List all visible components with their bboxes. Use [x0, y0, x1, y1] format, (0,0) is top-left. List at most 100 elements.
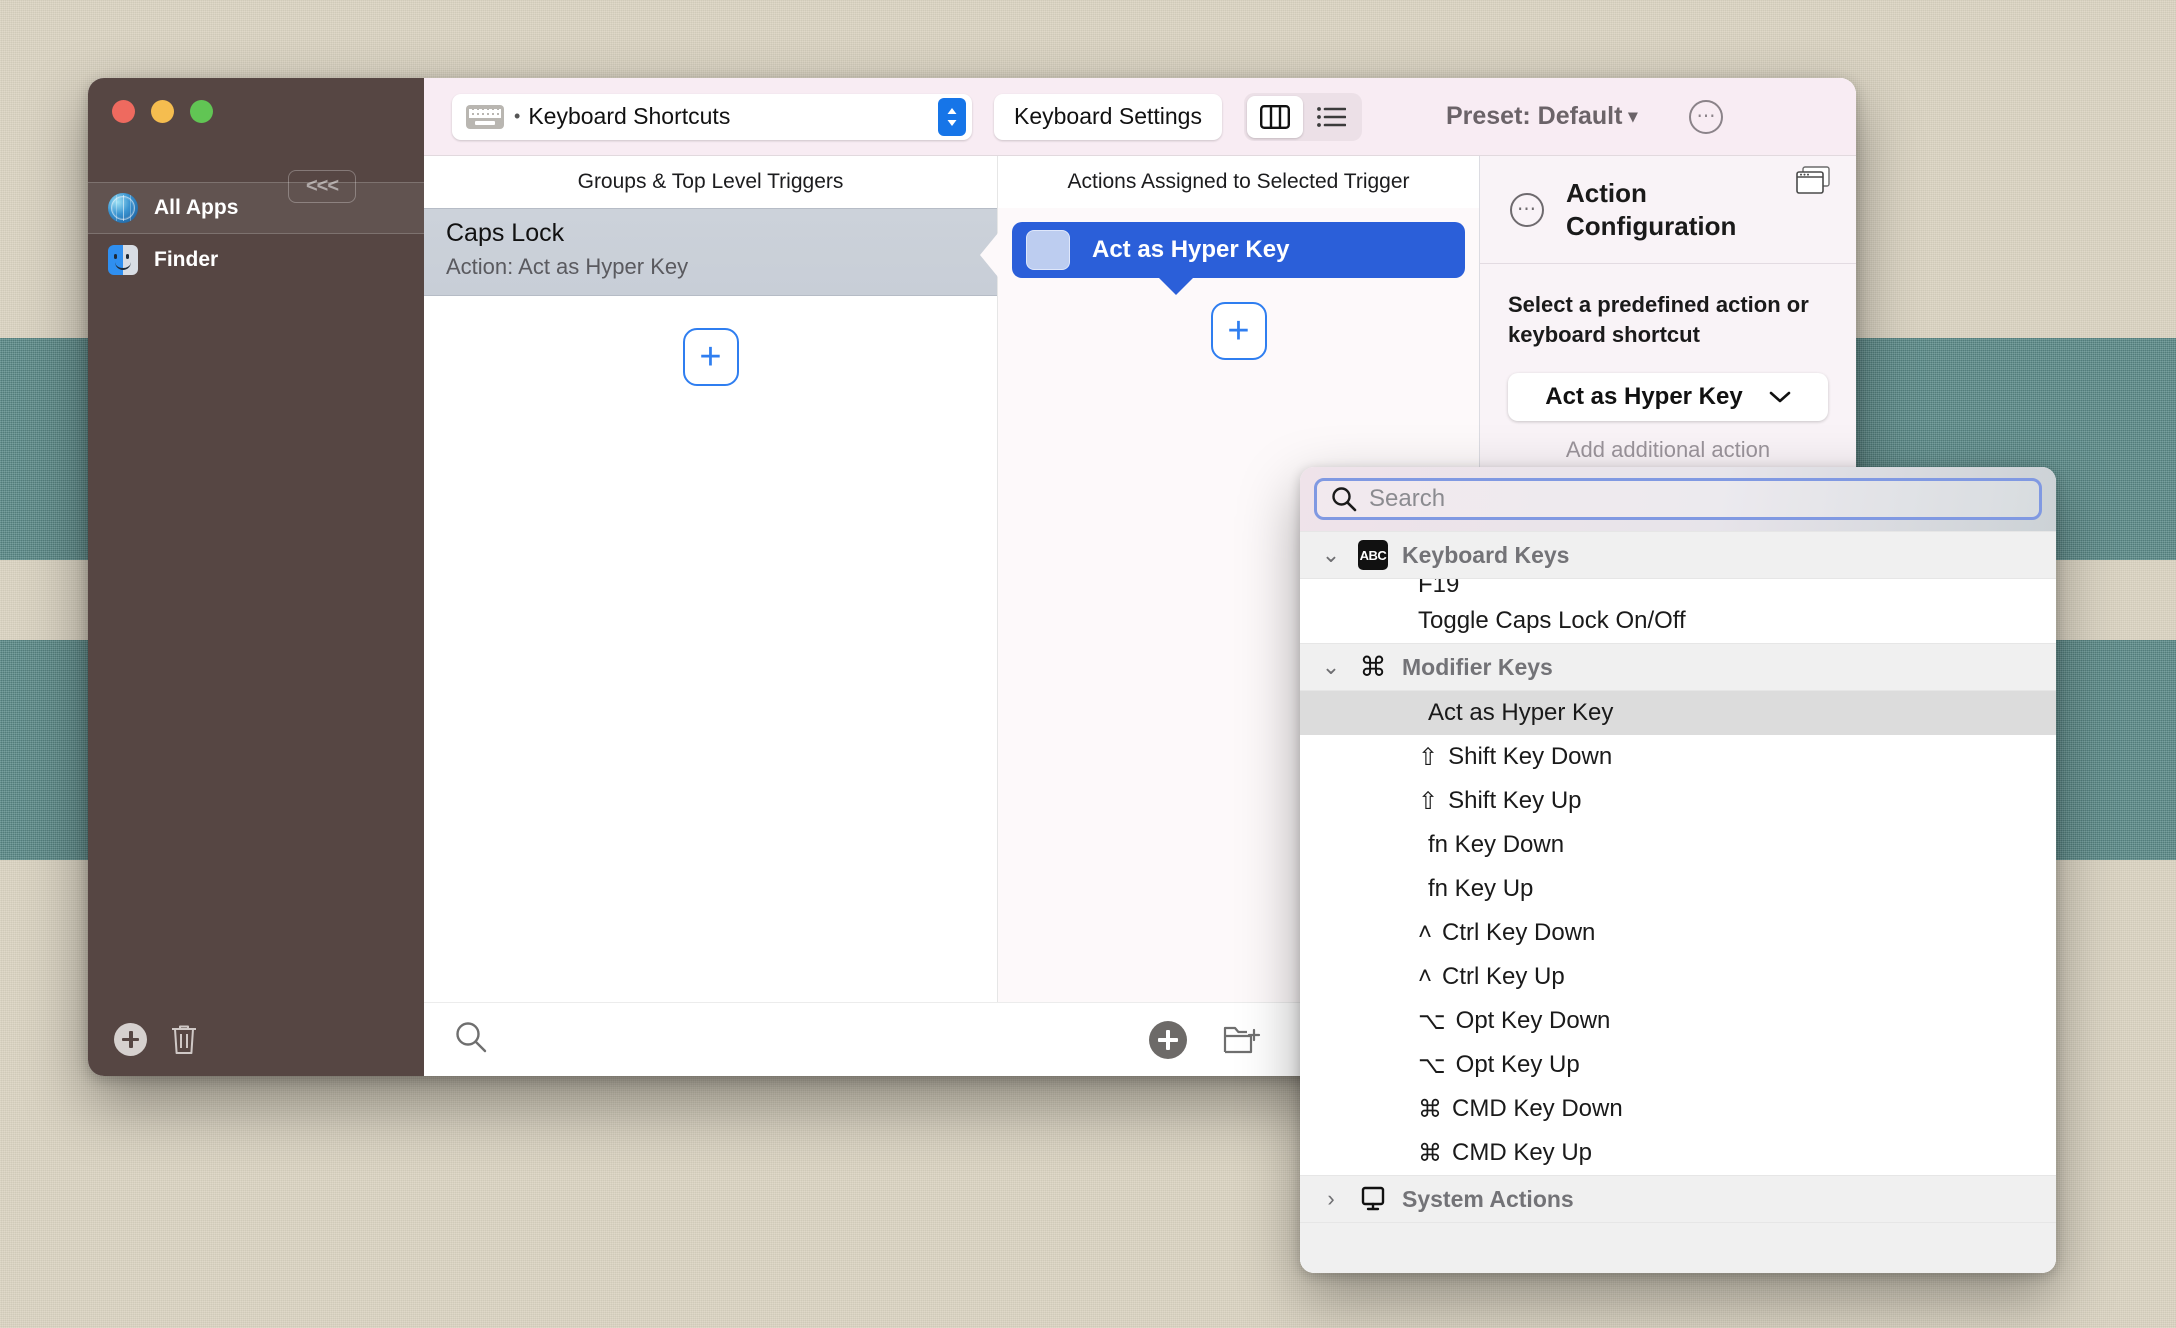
ellipsis-icon[interactable]: ⋯ [1689, 99, 1724, 134]
list-item[interactable]: ⌘ CMD Key Up [1300, 1131, 2056, 1175]
list-item-label: Opt Key Up [1455, 1051, 1580, 1078]
monitor-icon [1358, 1184, 1388, 1214]
ellipsis-icon: ⋯ [1510, 192, 1544, 227]
add-action-button[interactable]: + [1210, 302, 1267, 360]
toolbar: • Keyboard Shortcuts Keyboard Settings P… [424, 78, 1856, 156]
groups-pane: Groups & Top Level Triggers Caps Lock Ac… [424, 156, 998, 1002]
list-item[interactable]: ⇧ Shift Key Up [1300, 779, 2056, 823]
minimize-button[interactable] [151, 100, 174, 123]
trigger-type-popup[interactable]: • Keyboard Shortcuts [452, 93, 972, 140]
sidebar-item-label: All Apps [154, 196, 239, 219]
add-additional-action-hint[interactable]: Add additional action [1508, 437, 1828, 463]
preset-label-text: Preset: Default [1445, 102, 1623, 130]
ctrl-symbol: ˄ [1418, 963, 1433, 990]
sidebar-app-list: All Apps Finder [88, 182, 424, 286]
chevron-right-icon[interactable]: › [1318, 1186, 1344, 1212]
groups-pane-header: Groups & Top Level Triggers [424, 156, 997, 208]
search-icon [1332, 487, 1357, 512]
list-item-label: fn Key Up [1428, 875, 1534, 902]
chevron-down-icon [1769, 392, 1791, 403]
chevron-down-icon[interactable]: ⌄ [1318, 654, 1344, 680]
list-item-label: Ctrl Key Down [1442, 919, 1596, 946]
group-row-system-actions[interactable]: › System Actions [1300, 1175, 2056, 1223]
actions-pane-header: Actions Assigned to Selected Trigger [998, 156, 1479, 208]
window-stack-icon[interactable] [1796, 166, 1830, 194]
trash-icon[interactable] [169, 1022, 199, 1056]
popup-title: Keyboard Shortcuts [528, 103, 731, 129]
collapse-sidebar-button[interactable]: <<< [288, 170, 356, 203]
keyboard-icon [466, 104, 504, 129]
list-bottom-padding [1300, 1223, 2056, 1273]
list-item[interactable]: F19 [1300, 579, 2056, 599]
chevron-down-icon[interactable]: ⌄ [1318, 542, 1344, 568]
window-controls [88, 78, 424, 136]
preset-menu[interactable]: Preset: Default ▾ [1446, 102, 1638, 131]
columns-view-icon [1259, 104, 1290, 129]
sidebar-item-all-apps[interactable]: All Apps [88, 182, 424, 234]
list-item[interactable]: Toggle Caps Lock On/Off [1300, 599, 2056, 643]
action-chip-hyper-key[interactable]: Act as Hyper Key [1012, 222, 1465, 295]
columns-view-button[interactable] [1246, 95, 1303, 138]
picker-search-bar: Search [1300, 467, 2056, 531]
config-title-line2: Configuration [1566, 210, 1737, 241]
add-icon[interactable] [114, 1022, 147, 1056]
list-item[interactable]: ⇧ Shift Key Down [1300, 735, 2056, 779]
list-item-label: Act as Hyper Key [1428, 699, 1614, 726]
list-item-label: Shift Key Down [1448, 743, 1613, 770]
trigger-row-caps-lock[interactable]: Caps Lock Action: Act as Hyper Key [424, 208, 998, 296]
list-view-button[interactable] [1303, 96, 1359, 138]
group-label: System Actions [1402, 1185, 1574, 1212]
group-label: Keyboard Keys [1402, 541, 1570, 568]
list-view-icon [1317, 106, 1346, 127]
sidebar: <<< All Apps Finder [88, 78, 424, 1076]
search-icon [456, 1022, 487, 1053]
group-row-modifier-keys[interactable]: ⌄ ⌘ Modifier Keys [1300, 643, 2056, 691]
list-item-label: Ctrl Key Up [1442, 963, 1565, 990]
action-configuration-header: ⋯ Action Configuration [1480, 156, 1856, 264]
list-item-label: Shift Key Up [1448, 787, 1582, 814]
group-row-keyboard-keys[interactable]: ⌄ ABC Keyboard Keys [1300, 531, 2056, 579]
page-title: Action Configuration [1566, 177, 1736, 242]
keyboard-settings-button[interactable]: Keyboard Settings [994, 93, 1222, 140]
action-list[interactable]: ⌄ ABC Keyboard Keys F19 Toggle Caps Lock… [1300, 531, 2056, 1273]
list-item-label: Toggle Caps Lock On/Off [1418, 607, 1686, 634]
action-select-dropdown[interactable]: Act as Hyper Key [1508, 373, 1828, 422]
zoom-button[interactable] [190, 100, 213, 123]
sidebar-item-label: Finder [154, 248, 219, 271]
shift-symbol: ⇧ [1418, 743, 1439, 771]
ctrl-symbol: ˄ [1418, 919, 1433, 946]
view-mode-segmented-control [1243, 92, 1362, 141]
new-folder-icon[interactable] [1223, 1024, 1261, 1056]
close-button[interactable] [112, 100, 135, 123]
command-symbol: ⌘ [1418, 1139, 1442, 1167]
list-item[interactable]: ⌥ Opt Key Down [1300, 999, 2056, 1043]
trigger-title: Caps Lock [446, 219, 565, 247]
group-label: Modifier Keys [1402, 653, 1553, 680]
list-item-label: fn Key Down [1428, 831, 1565, 858]
list-item[interactable]: ˄ Ctrl Key Up [1300, 955, 2056, 999]
list-item[interactable]: fn Key Up [1300, 867, 2056, 911]
add-icon[interactable] [1149, 1020, 1187, 1059]
list-item[interactable]: ⌘ CMD Key Down [1300, 1087, 2056, 1131]
search-button[interactable] [424, 1020, 488, 1059]
chevron-down-icon: ▾ [1628, 106, 1638, 126]
list-item[interactable]: Act as Hyper Key [1300, 691, 2056, 735]
list-item-label: F19 [1418, 579, 1460, 598]
groups-pane-body: Caps Lock Action: Act as Hyper Key + [424, 208, 998, 1002]
add-trigger-button[interactable]: + [682, 328, 739, 386]
trigger-subtitle: Action: Act as Hyper Key [446, 254, 689, 279]
command-icon: ⌘ [1359, 651, 1387, 682]
search-field[interactable]: Search [1314, 478, 2042, 520]
list-item[interactable]: ⌥ Opt Key Up [1300, 1043, 2056, 1087]
option-symbol: ⌥ [1418, 1007, 1446, 1035]
list-item-label: CMD Key Up [1452, 1139, 1593, 1166]
chevron-updown-icon[interactable] [938, 97, 966, 136]
shift-symbol: ⇧ [1418, 787, 1439, 815]
abc-icon: ABC [1358, 540, 1388, 570]
action-chip-label: Act as Hyper Key [1092, 236, 1290, 263]
list-item[interactable]: ˄ Ctrl Key Down [1300, 911, 2056, 955]
config-description: Select a predefined action or keyboard s… [1508, 292, 1809, 347]
selection-notch [980, 233, 998, 277]
sidebar-item-finder[interactable]: Finder [88, 234, 424, 286]
list-item[interactable]: fn Key Down [1300, 823, 2056, 867]
